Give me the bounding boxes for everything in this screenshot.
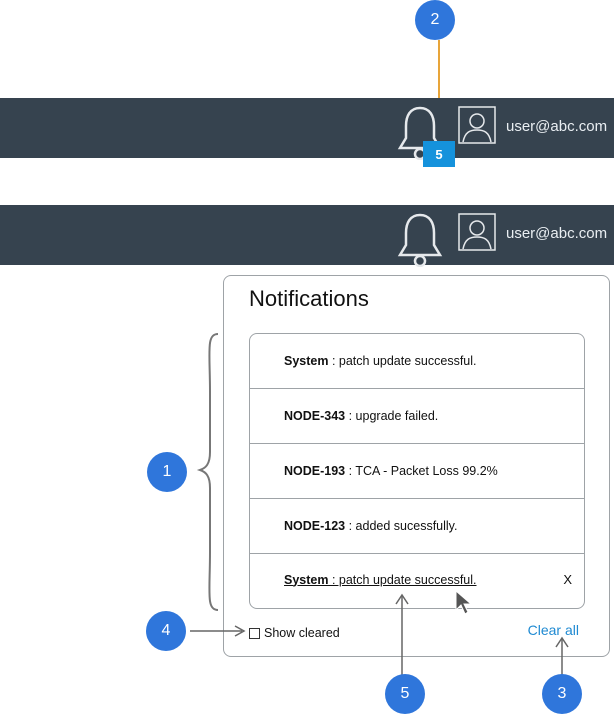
callout-4: 4 <box>146 611 186 651</box>
notification-source: System <box>284 572 329 587</box>
notification-item[interactable]: NODE-123 : added sucessfully. <box>250 499 584 554</box>
notification-item[interactable]: System : patch update successful. <box>250 334 584 389</box>
callout-5-arrow <box>395 593 409 678</box>
bell-icon[interactable] <box>396 211 444 267</box>
notification-item-hovered[interactable]: System : patch update successful. X <box>250 554 584 605</box>
notification-list: System : patch update successful. NODE-3… <box>249 333 585 609</box>
notification-text[interactable]: System : patch update successful. <box>284 573 477 587</box>
show-cleared-checkbox[interactable] <box>249 627 260 639</box>
notification-text: NODE-123 : added sucessfully. <box>284 519 457 533</box>
callout-4-arrow <box>190 625 246 637</box>
notification-message: : patch update successful. <box>328 354 477 368</box>
notification-item[interactable]: NODE-343 : upgrade failed. <box>250 389 584 444</box>
notification-text: NODE-193 : TCA - Packet Loss 99.2% <box>284 464 498 478</box>
notification-item[interactable]: NODE-193 : TCA - Packet Loss 99.2% <box>250 444 584 499</box>
show-cleared-toggle[interactable]: Show cleared <box>249 626 340 640</box>
notification-text: NODE-343 : upgrade failed. <box>284 409 438 423</box>
mouse-cursor-icon <box>455 590 473 615</box>
notification-source: NODE-193 <box>284 464 346 478</box>
notification-message: : upgrade failed. <box>345 409 439 423</box>
avatar-icon[interactable] <box>458 213 496 251</box>
notification-count-badge: 5 <box>423 141 455 167</box>
notification-source: NODE-343 <box>284 409 346 423</box>
callout-5: 5 <box>385 674 425 714</box>
list-brace <box>196 333 219 611</box>
dismiss-notification-button[interactable]: X <box>563 572 572 587</box>
callout-1: 1 <box>147 452 187 492</box>
callout-3: 3 <box>542 674 582 714</box>
header-bar-with-badge: user@abc.com <box>0 98 614 160</box>
user-email[interactable]: user@abc.com <box>506 118 607 135</box>
notification-message: : added sucessfully. <box>345 519 458 533</box>
header-bar: user@abc.com <box>0 205 614 267</box>
panel-title: Notifications <box>249 286 369 311</box>
user-email[interactable]: user@abc.com <box>506 225 607 242</box>
notification-message: : TCA - Packet Loss 99.2% <box>345 464 498 478</box>
notification-text: System : patch update successful. <box>284 354 477 368</box>
notification-message: : patch update successful. <box>328 572 477 587</box>
notifications-panel: Notifications System : patch update succ… <box>223 275 610 657</box>
notification-source: NODE-123 <box>284 519 346 533</box>
show-cleared-label: Show cleared <box>264 626 340 640</box>
notification-source: System <box>284 354 329 368</box>
callout-3-arrow <box>555 636 569 677</box>
avatar-icon[interactable] <box>458 106 496 144</box>
callout-2: 2 <box>415 0 455 40</box>
